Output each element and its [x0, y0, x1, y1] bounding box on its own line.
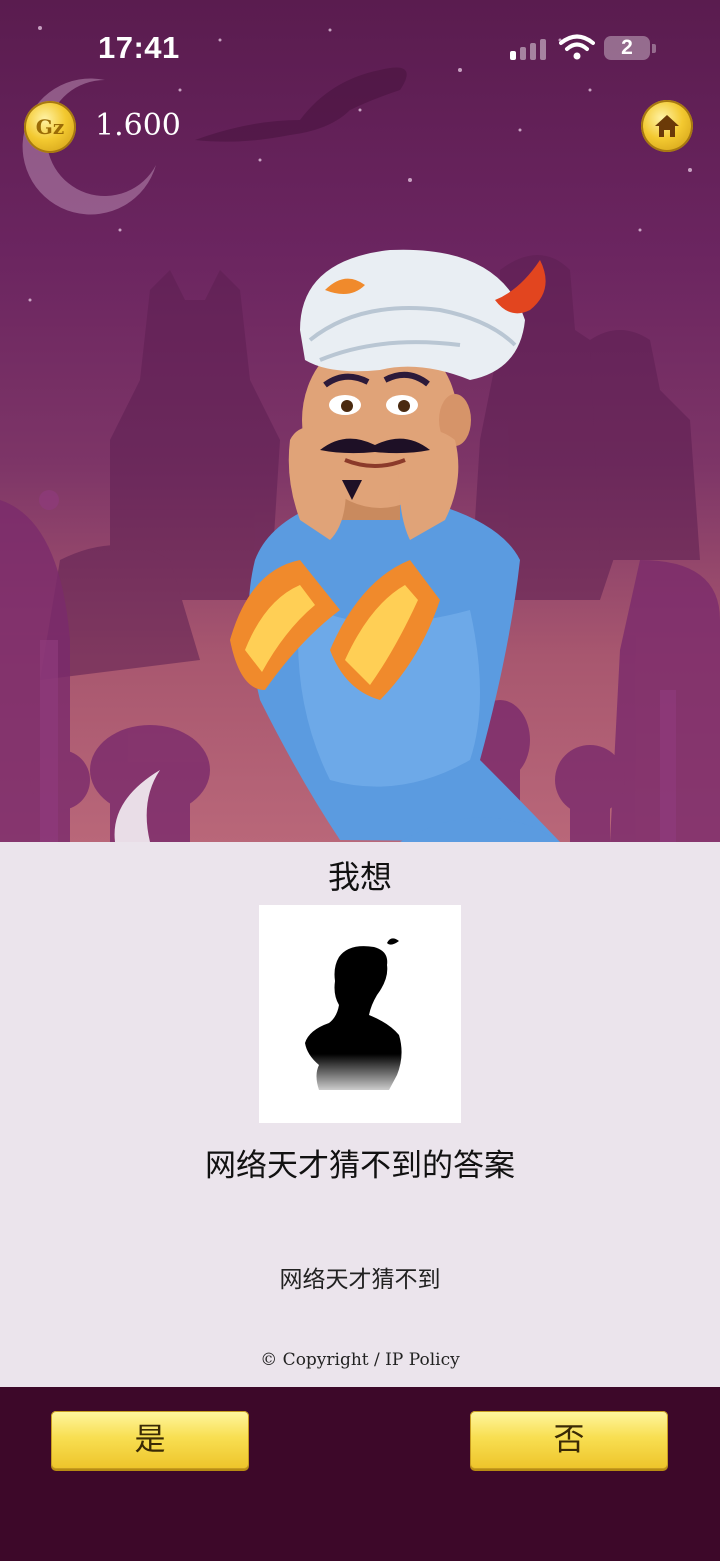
result-heading: 我想 — [327, 858, 392, 896]
signal-icon — [510, 36, 546, 60]
no-button[interactable]: 否 — [470, 1411, 668, 1469]
silhouette-icon — [305, 938, 402, 1090]
answer-name: 网络天才猜不到的答案 — [205, 1148, 515, 1184]
coin-icon[interactable]: Gz — [24, 101, 76, 153]
game-stage: 17:41 2 Gz 1.600 — [0, 0, 720, 842]
wifi-icon — [559, 34, 595, 60]
status-bar: 17:41 2 — [0, 0, 720, 96]
battery-icon: 2 — [604, 36, 650, 60]
home-icon — [655, 115, 679, 137]
home-button[interactable] — [641, 100, 693, 152]
answer-image — [259, 905, 461, 1123]
copyright-link[interactable]: © Copyright / IP Policy — [0, 1350, 720, 1370]
answer-description: 网络天才猜不到 — [279, 1267, 441, 1293]
battery-nub — [652, 44, 656, 53]
yes-button[interactable]: 是 — [51, 1411, 249, 1469]
status-time: 17:41 — [98, 30, 180, 65]
coins-count: 1.600 — [95, 108, 181, 143]
